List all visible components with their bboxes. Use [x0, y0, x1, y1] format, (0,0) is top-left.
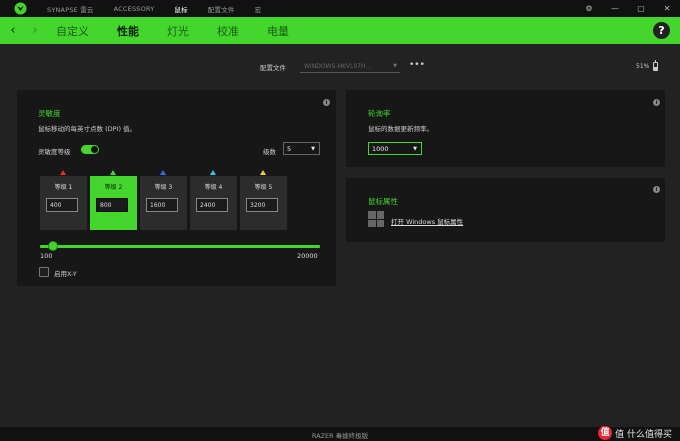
stage-indicator-triangle-icon — [260, 170, 266, 175]
polling-rate-value: 1000 — [372, 145, 389, 153]
sensitivity-stages-label: 灵敏度等级 — [38, 148, 71, 156]
razer-logo-icon — [13, 2, 27, 16]
title-bar: SYNAPSE 雷云 ACCESSORY 鼠标 配置文件 宏 ⚙ — ▢ ✕ — [0, 0, 680, 17]
mouse-properties-panel: i — [346, 178, 665, 242]
info-icon[interactable]: i — [653, 186, 660, 193]
profile-select[interactable]: WINDOWS-HKVL07H... ▼ — [300, 60, 400, 73]
info-icon[interactable]: i — [323, 99, 330, 106]
chevron-down-icon: ▼ — [311, 146, 315, 152]
dpi-input[interactable]: 2400 — [196, 198, 228, 212]
dpi-slider-track[interactable] — [40, 245, 320, 248]
battery-percentage: 51% — [636, 63, 650, 70]
more-options-icon[interactable]: ••• — [409, 60, 425, 70]
chevron-down-icon: ▼ — [393, 63, 397, 69]
stage-indicator-triangle-icon — [110, 170, 116, 175]
stage-label: 等级 5 — [254, 184, 273, 191]
sensitivity-stages-toggle[interactable] — [81, 145, 99, 154]
profile-row: 配置文件 WINDOWS-HKVL07H... ▼ ••• 51% — [0, 60, 680, 74]
settings-gear-icon[interactable]: ⚙ — [576, 0, 602, 17]
tab-performance[interactable]: 性能 — [117, 23, 139, 39]
polling-rate-title: 轮询率 — [368, 109, 391, 118]
stage-label: 等级 3 — [154, 184, 173, 191]
levels-select[interactable]: 5 ▼ — [283, 142, 320, 155]
dpi-stage-3[interactable]: 等级 3 1600 — [140, 170, 187, 230]
slider-max-label: 20000 — [297, 252, 318, 260]
top-tab-profiles[interactable]: 配置文件 — [208, 4, 235, 14]
top-tab-mouse[interactable]: 鼠标 — [174, 4, 187, 14]
tab-calibration[interactable]: 校准 — [217, 23, 239, 39]
maximize-icon[interactable]: ▢ — [628, 0, 654, 17]
mouse-properties-title: 鼠标属性 — [368, 197, 398, 206]
open-windows-mouse-properties-link[interactable]: 打开 Windows 鼠标属性 — [391, 216, 463, 226]
watermark-badge-icon: 值 — [598, 426, 613, 440]
dpi-input[interactable]: 800 — [96, 198, 128, 212]
status-footer: RAZER 毒蝰终极版 — [0, 427, 680, 441]
profile-select-value: WINDOWS-HKVL07H... — [304, 63, 372, 70]
battery-icon — [653, 60, 658, 71]
tab-lighting[interactable]: 灯光 — [167, 23, 189, 39]
dpi-stage-1[interactable]: 等级 1 400 — [40, 170, 87, 230]
top-tab-accessory[interactable]: ACCESSORY — [114, 5, 155, 13]
watermark-text: 值 什么值得买 — [615, 429, 672, 440]
help-icon[interactable]: ? — [653, 22, 670, 39]
top-tab-macro[interactable]: 宏 — [255, 4, 262, 14]
dpi-stage-2[interactable]: 等级 2 800 — [90, 170, 137, 230]
minimize-icon[interactable]: — — [602, 0, 628, 17]
tab-power[interactable]: 电量 — [267, 23, 289, 39]
watermark: 值 值 什么值得买 — [598, 426, 672, 440]
windows-logo-icon — [368, 211, 384, 227]
chevron-down-icon: ▼ — [413, 146, 417, 152]
sensitivity-title: 灵敏度 — [38, 109, 61, 118]
back-arrow-icon[interactable]: ‹ — [6, 23, 20, 38]
stage-label: 等级 4 — [204, 184, 223, 191]
dpi-input[interactable]: 3200 — [246, 198, 278, 212]
enable-xy-checkbox[interactable] — [39, 267, 49, 277]
enable-xy-label: 启用X-Y — [54, 270, 77, 278]
dpi-slider-handle[interactable] — [48, 241, 58, 251]
stage-indicator-triangle-icon — [210, 170, 216, 175]
stage-label: 等级 1 — [54, 184, 73, 191]
info-icon[interactable]: i — [653, 99, 660, 106]
dpi-stage-5[interactable]: 等级 5 3200 — [240, 170, 287, 230]
stage-indicator-triangle-icon — [160, 170, 166, 175]
forward-arrow-icon[interactable]: › — [28, 23, 42, 38]
slider-min-label: 100 — [40, 252, 53, 260]
close-icon[interactable]: ✕ — [654, 0, 680, 17]
polling-rate-select[interactable]: 1000 ▼ — [368, 142, 422, 155]
dpi-input[interactable]: 1600 — [146, 198, 178, 212]
levels-label: 级数 — [263, 148, 276, 156]
device-nav-bar: ‹ › 自定义 性能 灯光 校准 电量 ? — [0, 17, 680, 44]
stage-indicator-triangle-icon — [60, 170, 66, 175]
device-name: RAZER 毒蝰终极版 — [311, 432, 369, 440]
profile-label: 配置文件 — [260, 64, 286, 72]
polling-rate-description: 鼠标的数据更新频率。 — [368, 125, 433, 133]
dpi-stage-4[interactable]: 等级 4 2400 — [190, 170, 237, 230]
dpi-input[interactable]: 400 — [46, 198, 78, 212]
sensitivity-description: 鼠标移动的每英寸点数 (DPI) 值。 — [38, 125, 137, 133]
levels-select-value: 5 — [287, 145, 292, 153]
stage-label: 等级 2 — [104, 184, 123, 191]
tab-customize[interactable]: 自定义 — [56, 23, 89, 39]
top-tab-synapse[interactable]: SYNAPSE 雷云 — [47, 4, 94, 14]
